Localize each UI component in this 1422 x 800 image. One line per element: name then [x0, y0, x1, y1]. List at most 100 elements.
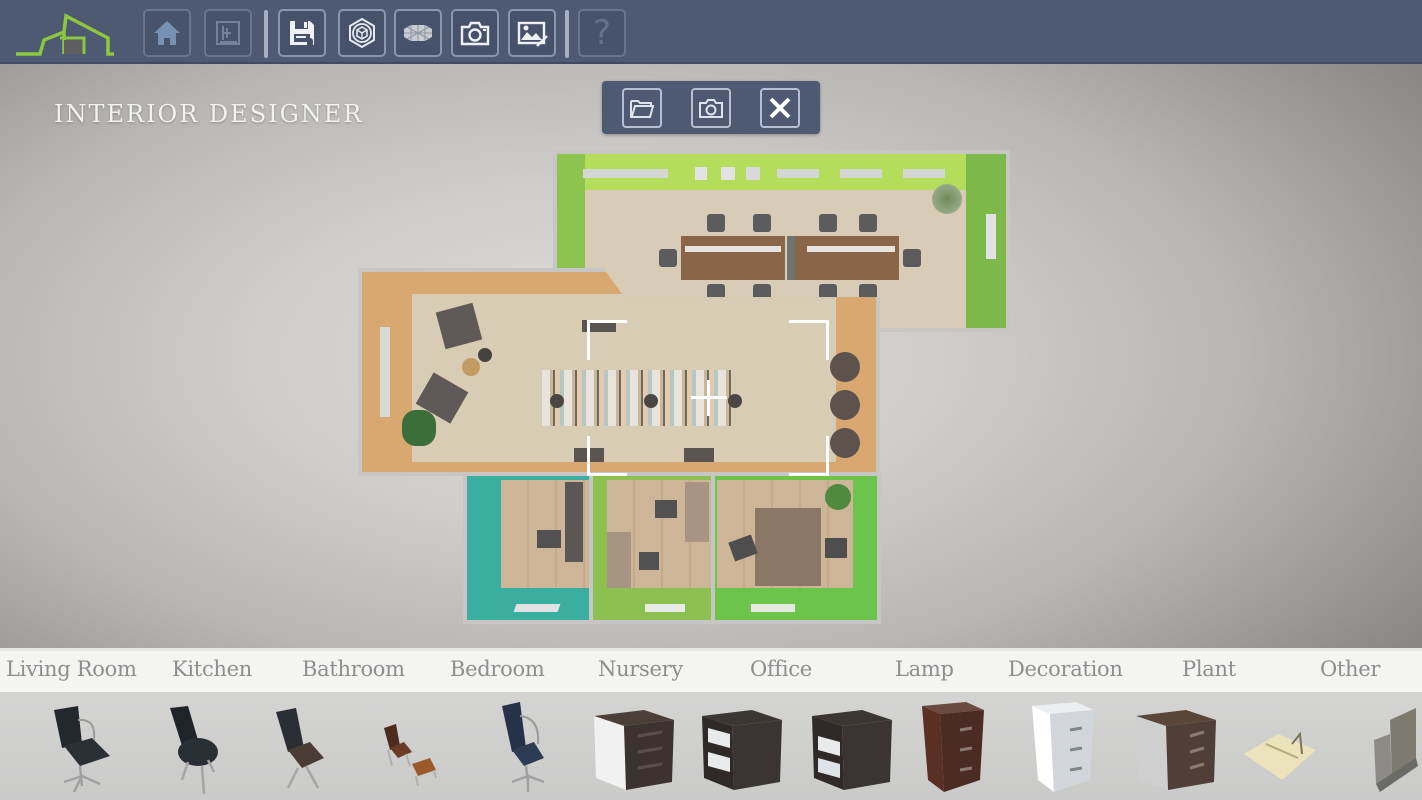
furniture-strip[interactable] — [0, 692, 1422, 800]
cabinet-icon — [1136, 710, 1216, 790]
home-button[interactable] — [143, 9, 191, 57]
monitor-bar — [807, 246, 895, 252]
chair — [659, 249, 677, 267]
frame — [746, 167, 760, 180]
wireframe-button[interactable] — [394, 9, 442, 57]
floor-plan[interactable] — [0, 64, 1422, 648]
open-button[interactable] — [622, 88, 662, 128]
chair — [655, 500, 677, 518]
floorplan-button[interactable] — [204, 9, 252, 57]
item-lounge-chair-ottoman[interactable] — [370, 696, 470, 796]
blueprint-icon — [216, 21, 240, 45]
item-office-chair-navy[interactable] — [482, 696, 582, 796]
help-button[interactable]: ? — [578, 9, 626, 57]
item-tall-filing-cabinet-brown[interactable] — [910, 696, 1010, 796]
desk — [755, 508, 821, 586]
light — [751, 604, 795, 612]
room-office-lime[interactable] — [589, 472, 715, 624]
lounge-chair-icon — [384, 724, 437, 787]
chair — [537, 530, 561, 548]
top-toolbar: ? — [0, 0, 1422, 64]
item-sled-chair-dark[interactable] — [258, 696, 358, 796]
desk — [565, 482, 583, 562]
divider — [787, 236, 795, 280]
stool — [478, 348, 492, 362]
office-chair-icon — [502, 702, 545, 792]
folder-open-icon — [630, 100, 655, 118]
tab-office[interactable]: Office — [750, 657, 812, 681]
item-open-shelf-cabinet-1[interactable] — [696, 696, 796, 796]
chair — [825, 538, 847, 558]
room-office-green[interactable] — [711, 472, 881, 624]
tab-other[interactable]: Other — [1320, 657, 1380, 681]
camera-icon — [699, 99, 723, 118]
help-icon: ? — [592, 13, 612, 53]
image-edit-icon — [517, 21, 548, 47]
item-shell-chair-black[interactable] — [148, 696, 248, 796]
light — [513, 604, 561, 612]
shelf-cabinet-icon — [812, 710, 892, 790]
booth-seat — [830, 428, 860, 458]
chair — [707, 214, 725, 232]
app-title: INTERIOR DESIGNER — [54, 100, 364, 128]
chair — [639, 552, 659, 570]
monitor-bar — [685, 246, 781, 252]
tab-bedroom[interactable]: Bedroom — [450, 657, 545, 681]
side-table — [462, 358, 480, 376]
gallery-button[interactable] — [508, 9, 556, 57]
tab-kitchen[interactable]: Kitchen — [172, 657, 252, 681]
frame — [721, 167, 735, 180]
screenshot-button[interactable] — [451, 9, 499, 57]
item-open-shelf-cabinet-2[interactable] — [806, 696, 906, 796]
office-chair-icon — [54, 706, 110, 793]
chair — [859, 214, 877, 232]
plant — [825, 484, 851, 510]
item-office-chair-black[interactable] — [34, 696, 134, 796]
cube-view-icon — [349, 17, 375, 49]
window — [380, 327, 390, 417]
tab-nursery[interactable]: Nursery — [598, 657, 683, 681]
window — [777, 169, 819, 178]
save-icon — [290, 21, 314, 47]
action-popup — [602, 81, 820, 134]
filing-cabinet-icon — [1032, 702, 1094, 792]
desk — [685, 482, 709, 542]
close-icon — [769, 97, 791, 119]
item-desk-pad-document[interactable] — [1240, 696, 1340, 796]
item-drawer-cabinet-grey[interactable] — [1130, 696, 1230, 796]
desk — [607, 532, 631, 588]
plant — [932, 184, 962, 214]
wireframe-icon — [404, 25, 432, 41]
item-drawer-cabinet-white[interactable] — [588, 696, 688, 796]
cabinet-icon — [594, 710, 674, 790]
item-partition-panel[interactable] — [1346, 696, 1422, 796]
chair-icon — [276, 708, 324, 789]
item-tall-filing-cabinet-white[interactable] — [1020, 696, 1120, 796]
chair — [753, 214, 771, 232]
filing-cabinet-icon — [922, 702, 984, 792]
tab-lamp[interactable]: Lamp — [895, 657, 954, 681]
tab-decoration[interactable]: Decoration — [1008, 657, 1123, 681]
desk — [795, 236, 899, 280]
plant — [402, 410, 436, 446]
tab-plant[interactable]: Plant — [1182, 657, 1236, 681]
tab-living-room[interactable]: Living Room — [6, 657, 137, 681]
booth-seat — [830, 390, 860, 420]
room-office-teal[interactable] — [463, 472, 593, 624]
window — [903, 169, 945, 178]
whiteboard — [986, 214, 996, 259]
window — [840, 169, 882, 178]
crosshair-icon — [691, 380, 727, 416]
selection-frame[interactable] — [587, 320, 829, 476]
camera-icon — [460, 21, 490, 46]
tab-bathroom[interactable]: Bathroom — [302, 657, 405, 681]
panel-icon — [1374, 708, 1418, 792]
home-icon — [154, 21, 180, 45]
chair — [819, 214, 837, 232]
frame — [695, 167, 707, 180]
capture-button[interactable] — [691, 88, 731, 128]
3d-view-button[interactable] — [338, 9, 386, 57]
close-button[interactable] — [760, 88, 800, 128]
save-button[interactable] — [278, 9, 326, 57]
design-viewport[interactable]: INTERIOR DESIGNER — [0, 64, 1422, 648]
